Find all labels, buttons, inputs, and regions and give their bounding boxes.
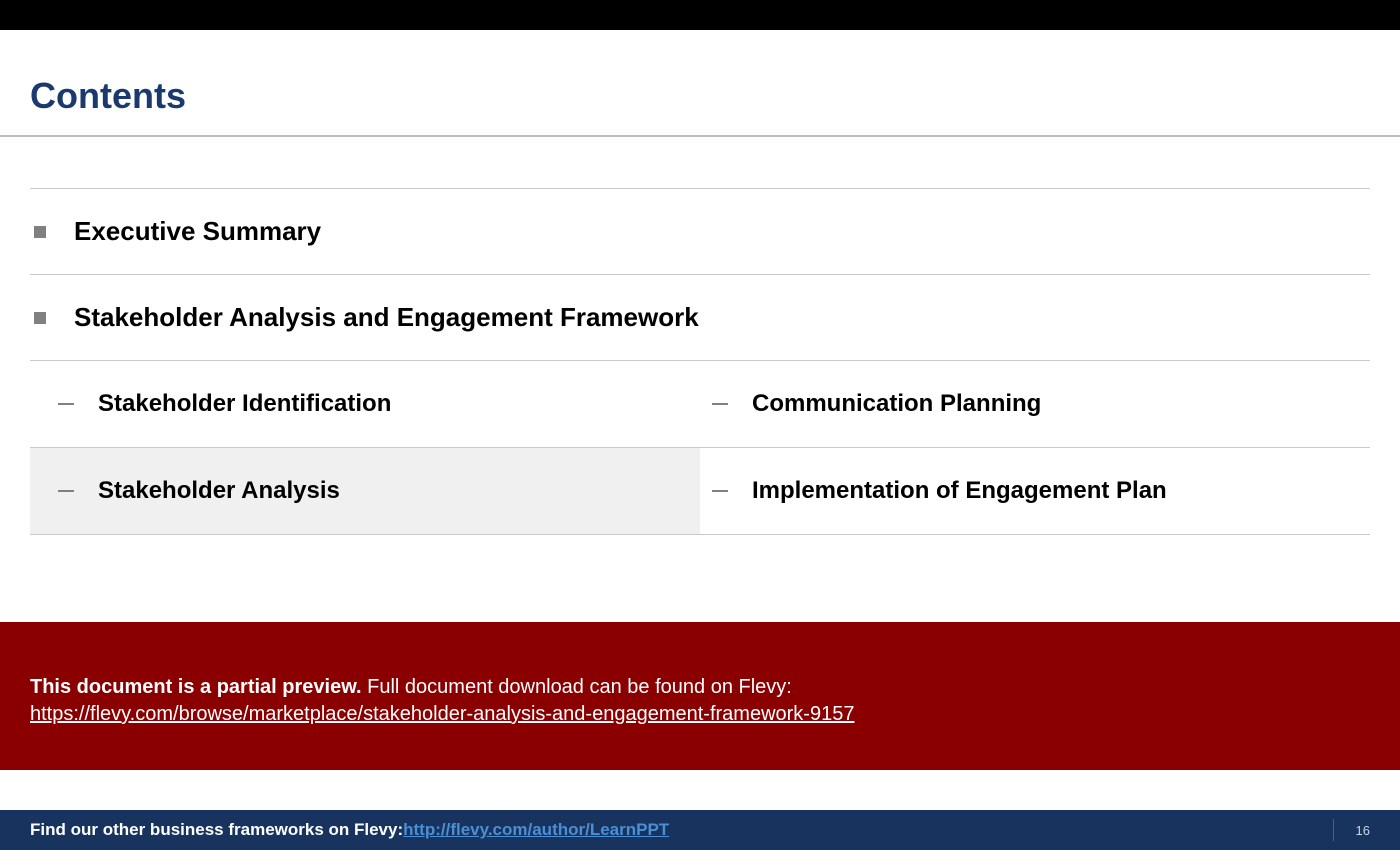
- dash-bullet-icon: [712, 490, 728, 492]
- preview-bold: This document is a partial preview.: [30, 676, 362, 698]
- toc-subitem-implementation: Implementation of Engagement Plan: [700, 448, 1370, 534]
- square-bullet-icon: [34, 226, 46, 238]
- page-title: Contents: [0, 30, 1400, 137]
- preview-banner: This document is a partial preview. Full…: [0, 622, 1400, 770]
- dash-bullet-icon: [712, 403, 728, 405]
- footer-gap: [0, 770, 1400, 810]
- toc-label: Stakeholder Analysis and Engagement Fram…: [74, 302, 699, 333]
- footer-link[interactable]: http://flevy.com/author/LearnPPT: [403, 820, 669, 840]
- page-number: 16: [1333, 819, 1370, 841]
- dash-bullet-icon: [58, 490, 74, 492]
- toc-subitem-identification: Stakeholder Identification: [30, 361, 700, 447]
- toc-subrow-1: Stakeholder Identification Communication…: [30, 361, 1370, 448]
- preview-link[interactable]: https://flevy.com/browse/marketplace/sta…: [30, 701, 854, 728]
- spacer-row: [30, 137, 1370, 189]
- contents-list: Executive Summary Stakeholder Analysis a…: [0, 137, 1400, 535]
- preview-rest: Full document download can be found on F…: [362, 676, 792, 698]
- toc-item-executive-summary: Executive Summary: [30, 189, 1370, 275]
- toc-sublabel: Stakeholder Analysis: [98, 477, 340, 505]
- footer-prefix: Find our other business frameworks on Fl…: [30, 820, 403, 840]
- dash-bullet-icon: [58, 403, 74, 405]
- toc-sublabel: Implementation of Engagement Plan: [752, 477, 1167, 505]
- top-black-bar: [0, 0, 1400, 30]
- square-bullet-icon: [34, 312, 46, 324]
- toc-item-framework: Stakeholder Analysis and Engagement Fram…: [30, 275, 1370, 361]
- toc-subitem-communication: Communication Planning: [700, 361, 1370, 447]
- toc-subrow-2: Stakeholder Analysis Implementation of E…: [30, 448, 1370, 535]
- toc-label: Executive Summary: [74, 216, 321, 247]
- toc-sublabel: Stakeholder Identification: [98, 390, 391, 418]
- preview-text-line: This document is a partial preview. Full…: [30, 674, 1370, 701]
- toc-sublabel: Communication Planning: [752, 390, 1041, 418]
- toc-subitem-analysis: Stakeholder Analysis: [30, 448, 700, 534]
- footer-bar: Find our other business frameworks on Fl…: [0, 810, 1400, 850]
- slide-page: Contents Executive Summary Stakeholder A…: [0, 30, 1400, 770]
